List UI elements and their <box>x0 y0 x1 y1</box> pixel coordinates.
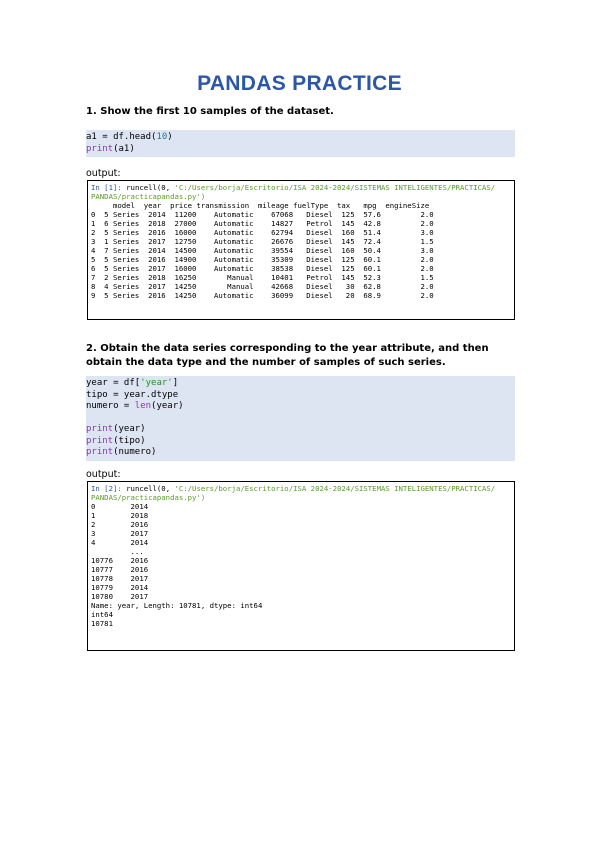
console-output-row: 1 2018 <box>91 511 149 520</box>
code-token: ] <box>172 378 179 388</box>
console-output-row: 10777 2016 <box>91 565 149 574</box>
code-token: print <box>86 435 114 446</box>
code-token: a1 = df.head( <box>86 132 157 142</box>
output-label-1: output: <box>86 168 121 179</box>
console-prompt: In [2]: <box>91 484 127 493</box>
console-output-row: ... <box>91 547 144 556</box>
console-output-row: 2 5 Series 2016 16000 Automatic 62794 Di… <box>91 228 434 237</box>
code-token: (a1) <box>113 143 135 154</box>
console-output-row: int64 <box>91 610 113 619</box>
code-token: (numero) <box>113 447 157 457</box>
console-path-continued: PANDAS/practicapandas.py') <box>91 493 206 502</box>
console-output-row: 10778 2017 <box>91 574 149 583</box>
console-output-row: 0 2014 <box>91 502 149 511</box>
console-path: 'C:/Users/borja/Escritorio/ISA 2024-2024… <box>174 484 496 493</box>
code-block-2: year = df['year'] tipo = year.dtype numero… <box>86 376 515 461</box>
console-output-row: 10780 2017 <box>91 592 149 601</box>
code-token: (year) <box>151 401 184 411</box>
console-path-continued: PANDAS/practicapandas.py') <box>91 192 206 201</box>
console-output-row: 2 2016 <box>91 520 149 529</box>
code-line: print(tipo) <box>86 436 515 448</box>
console-output-row: 10781 <box>91 619 113 628</box>
question-1: 1. Show the first 10 samples of the data… <box>86 106 334 117</box>
console-output-row: 4 2014 <box>91 538 149 547</box>
code-block-1: a1 = df.head(10) print(a1) <box>86 130 515 157</box>
code-line: print(numero) <box>86 447 515 459</box>
console-command: runcell(0, <box>126 484 175 493</box>
page-title: PANDAS PRACTICE <box>197 72 402 95</box>
console-output-row: 10779 2014 <box>91 583 149 592</box>
code-token: len <box>134 401 152 411</box>
output-console-1: In [1]: runcell(0, 'C:/Users/borja/Escri… <box>87 180 515 320</box>
console-output-row: 3 2017 <box>91 529 149 538</box>
console-command: runcell(0, <box>126 183 175 192</box>
code-line: a1 = df.head(10) <box>86 132 515 144</box>
console-output-row: 6 5 Series 2017 16000 Automatic 38538 Di… <box>91 264 434 273</box>
console-output-row: Name: year, Length: 10781, dtype: int64 <box>91 601 263 610</box>
code-token: print <box>86 447 114 457</box>
code-token: 'year' <box>140 378 173 388</box>
code-line: print(a1) <box>86 144 515 156</box>
console-output-row: 3 1 Series 2017 12750 Automatic 26676 Di… <box>91 237 434 246</box>
console-command-line: In [2]: runcell(0, 'C:/Users/borja/Escri… <box>91 484 511 493</box>
code-token: (year) <box>113 424 146 434</box>
console-output-row: 10776 2016 <box>91 556 149 565</box>
code-token: ) <box>167 132 173 142</box>
console-output-row: 0 5 Series 2014 11200 Automatic 67068 Di… <box>91 210 434 219</box>
code-token: (tipo) <box>113 435 146 446</box>
code-token: tipo = year.dtype <box>86 389 179 400</box>
code-token: print <box>86 424 114 434</box>
code-line: numero = len(year) <box>86 401 515 413</box>
console-output-row: 7 2 Series 2018 16250 Manual 10401 Petro… <box>91 273 434 282</box>
console-output-row: 8 4 Series 2017 14250 Manual 42668 Diese… <box>91 282 434 291</box>
console-prompt: In [1]: <box>91 183 127 192</box>
console-path: 'C:/Users/borja/Escritorio/ISA 2024-2024… <box>174 183 496 192</box>
console-output-row: 5 5 Series 2016 14900 Automatic 35309 Di… <box>91 255 434 264</box>
output-console-2: In [2]: runcell(0, 'C:/Users/borja/Escri… <box>87 481 515 651</box>
console-command-line: In [1]: runcell(0, 'C:/Users/borja/Escri… <box>91 183 511 192</box>
code-line: print(year) <box>86 424 515 436</box>
output-label-2: output: <box>86 469 121 480</box>
question-2: 2. Obtain the data series corresponding … <box>86 343 489 368</box>
code-token: print <box>86 143 114 154</box>
console-output-row: 4 7 Series 2014 14500 Automatic 39554 Di… <box>91 246 434 255</box>
console-output-row: 1 6 Series 2018 27000 Automatic 14827 Pe… <box>91 219 434 228</box>
code-token: numero = <box>86 401 135 411</box>
code-token: 10 <box>156 132 168 142</box>
code-line: tipo = year.dtype <box>86 390 515 402</box>
console-output-row: 9 5 Series 2016 14250 Automatic 36099 Di… <box>91 291 434 300</box>
code-token: year = df[ <box>86 378 141 388</box>
console-output-row: model year price transmission mileage fu… <box>91 201 430 210</box>
code-line: year = df['year'] <box>86 378 515 390</box>
